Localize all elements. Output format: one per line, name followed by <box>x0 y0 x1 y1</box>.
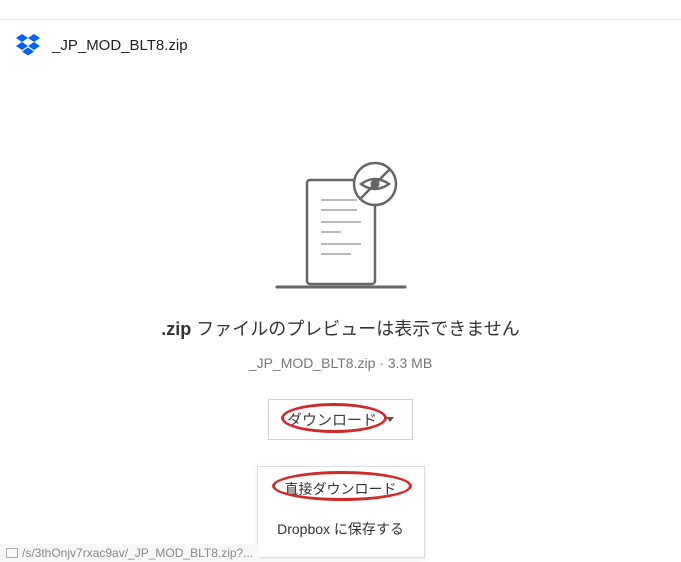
browser-status-bar: /s/3thOnjv7rxac9av/_JP_MOD_BLT8.zip?... <box>0 544 259 562</box>
file-metadata: _JP_MOD_BLT8.zip · 3.3 MB <box>249 355 432 371</box>
meta-separator: · <box>375 355 387 371</box>
preview-area: .zip ファイルのプレビューは表示できません _JP_MOD_BLT8.zip… <box>0 156 681 558</box>
page-header: _JP_MOD_BLT8.zip <box>0 20 681 66</box>
preview-message-text: ファイルのプレビューは表示できません <box>191 319 519 339</box>
preview-unavailable-message: .zip ファイルのプレビューは表示できません <box>161 315 519 341</box>
download-button[interactable]: ダウンロード <box>268 399 413 440</box>
dropbox-logo-icon[interactable] <box>16 34 40 56</box>
caret-down-icon <box>386 417 394 422</box>
meta-filename: _JP_MOD_BLT8.zip <box>249 355 376 371</box>
save-to-dropbox-item[interactable]: Dropbox に保存する <box>258 507 424 547</box>
meta-filesize: 3.3 MB <box>388 355 432 371</box>
download-button-container: ダウンロード <box>268 399 413 440</box>
direct-download-label: 直接ダウンロード <box>285 481 397 497</box>
no-preview-illustration <box>271 156 411 291</box>
status-url: /s/3thOnjv7rxac9av/_JP_MOD_BLT8.zip?... <box>22 546 253 560</box>
window-icon <box>6 548 18 558</box>
header-filename: _JP_MOD_BLT8.zip <box>52 37 188 54</box>
direct-download-item[interactable]: 直接ダウンロード <box>258 467 424 507</box>
browser-top-edge <box>0 0 681 20</box>
download-dropdown-menu: 直接ダウンロード Dropbox に保存する <box>257 466 425 558</box>
file-extension: .zip <box>161 319 191 339</box>
save-to-dropbox-label: Dropbox に保存する <box>277 521 404 537</box>
download-button-label: ダウンロード <box>287 409 377 430</box>
